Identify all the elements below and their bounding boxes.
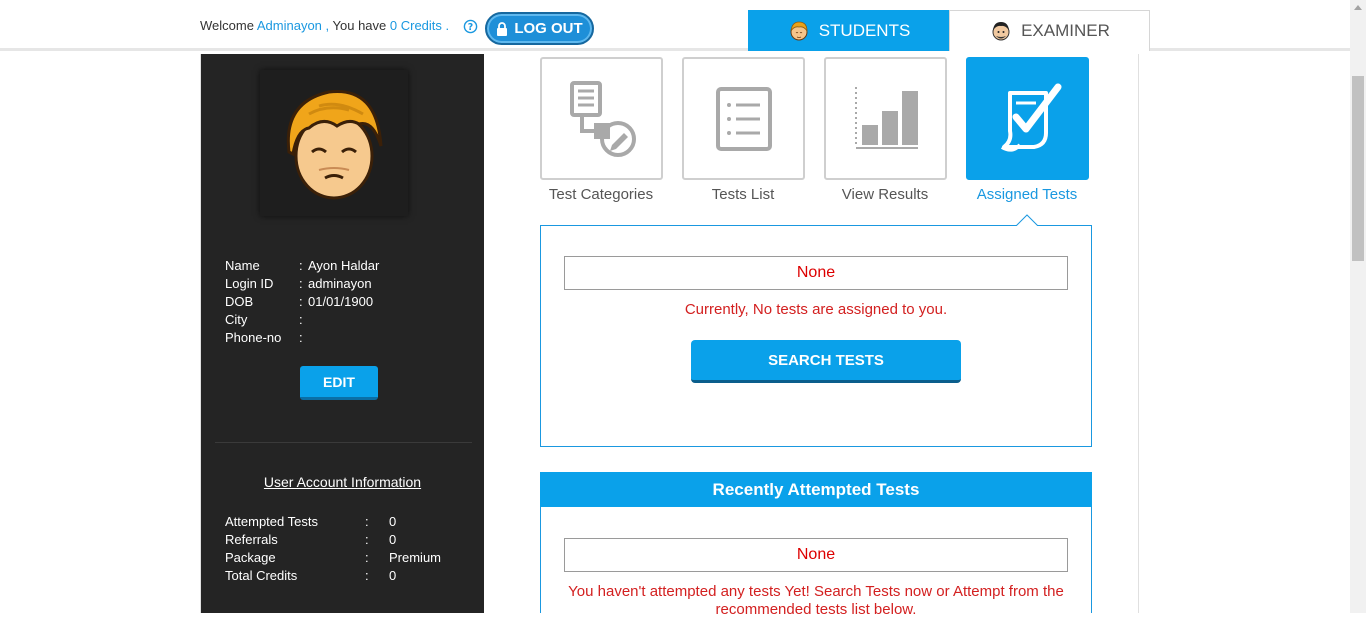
profile-colon: : bbox=[299, 330, 303, 345]
logout-label: LOG OUT bbox=[514, 20, 583, 37]
account-value: 0 bbox=[389, 514, 397, 529]
welcome-prefix: Welcome bbox=[200, 18, 254, 33]
search-tests-button[interactable]: SEARCH TESTS bbox=[691, 340, 961, 383]
help-icon[interactable]: ? bbox=[463, 19, 478, 34]
credits-prefix: You have bbox=[332, 18, 387, 33]
test-categories-icon bbox=[569, 80, 636, 157]
profile-row: DOB : 01/01/1900 bbox=[225, 293, 379, 311]
profile-row: Phone-no : bbox=[225, 329, 379, 347]
profile-value: 01/01/1900 bbox=[308, 294, 374, 309]
account-row: Attempted Tests : 0 bbox=[225, 513, 441, 531]
profile-row: Login ID : adminayon bbox=[225, 275, 379, 293]
account-row: Referrals : 0 bbox=[225, 531, 441, 549]
account-info-link[interactable]: User Account Information bbox=[201, 474, 484, 490]
account-value: 0 bbox=[389, 568, 397, 583]
account-value: Premium bbox=[389, 550, 442, 565]
profile-key: Name bbox=[225, 258, 260, 273]
profile-value: Ayon Haldar bbox=[308, 258, 380, 273]
tab-examiner-label: EXAMINER bbox=[1021, 21, 1110, 40]
tile-label-view-results[interactable]: View Results bbox=[815, 186, 955, 203]
username-link[interactable]: Adminayon , bbox=[257, 18, 329, 33]
examiner-avatar-icon bbox=[992, 22, 1010, 41]
profile-sidebar: Name : Ayon Haldar Login ID : adminayon … bbox=[201, 54, 484, 613]
account-colon: : bbox=[365, 532, 369, 547]
tile-label-tests-list[interactable]: Tests List bbox=[673, 186, 813, 203]
tile-tests-list[interactable] bbox=[682, 57, 805, 180]
tab-students-label: STUDENTS bbox=[818, 20, 911, 40]
tile-label-assigned-tests[interactable]: Assigned Tests bbox=[957, 186, 1097, 203]
top-header: Welcome Adminayon , You have 0 Credits .… bbox=[0, 0, 1350, 51]
account-info: Attempted Tests : 0 Referrals : 0 Packag… bbox=[225, 513, 441, 585]
tab-examiner[interactable]: EXAMINER bbox=[949, 10, 1150, 51]
profile-key: City bbox=[225, 312, 248, 327]
tab-students[interactable]: STUDENTS bbox=[748, 10, 949, 51]
tile-label-test-categories[interactable]: Test Categories bbox=[531, 186, 671, 203]
student-avatar-large-icon bbox=[286, 89, 383, 200]
student-avatar-icon bbox=[790, 21, 808, 40]
profile-row: Name : Ayon Haldar bbox=[225, 257, 379, 275]
tile-view-results[interactable] bbox=[824, 57, 947, 180]
profile-key: DOB bbox=[225, 294, 254, 309]
account-key: Attempted Tests bbox=[225, 514, 318, 529]
account-value: 0 bbox=[389, 532, 397, 547]
profile-colon: : bbox=[299, 276, 303, 291]
logout-button[interactable]: LOG OUT bbox=[485, 12, 594, 45]
svg-text:?: ? bbox=[468, 22, 473, 33]
panel-pointer bbox=[1016, 214, 1038, 226]
profile-info: Name : Ayon Haldar Login ID : adminayon … bbox=[225, 257, 379, 347]
edit-profile-button[interactable]: EDIT bbox=[300, 366, 378, 400]
recent-message: You haven't attempted any tests Yet! Sea… bbox=[568, 583, 1064, 618]
account-colon: : bbox=[365, 514, 369, 529]
sidebar-divider bbox=[215, 442, 472, 443]
credits-link[interactable]: 0 Credits . bbox=[390, 18, 449, 33]
profile-row: City : bbox=[225, 311, 379, 329]
profile-value: adminayon bbox=[308, 276, 372, 291]
account-key: Referrals bbox=[225, 532, 278, 547]
tile-assigned-tests[interactable] bbox=[966, 57, 1089, 180]
profile-colon: : bbox=[299, 258, 303, 273]
account-row: Total Credits : 0 bbox=[225, 567, 441, 585]
avatar bbox=[260, 70, 408, 216]
page-scrollbar[interactable] bbox=[1350, 0, 1366, 613]
scrollbar-thumb[interactable] bbox=[1352, 76, 1364, 261]
account-row: Package : Premium bbox=[225, 549, 441, 567]
assigned-none-box: None bbox=[564, 256, 1068, 290]
profile-key: Phone-no bbox=[225, 330, 282, 345]
account-key: Package bbox=[225, 550, 276, 565]
tile-test-categories[interactable] bbox=[540, 57, 663, 180]
lock-icon bbox=[497, 21, 508, 36]
profile-key: Login ID bbox=[225, 276, 274, 291]
scroll-up-arrow-icon[interactable] bbox=[1354, 5, 1362, 10]
assigned-checklist-icon bbox=[1000, 83, 1061, 152]
assigned-message: Currently, No tests are assigned to you. bbox=[684, 301, 948, 318]
welcome-text: Welcome Adminayon , You have 0 Credits . bbox=[200, 18, 449, 33]
account-colon: : bbox=[365, 568, 369, 583]
recent-tests-header: Recently Attempted Tests bbox=[540, 472, 1092, 507]
bar-chart-icon bbox=[854, 86, 918, 149]
profile-colon: : bbox=[299, 294, 303, 309]
recent-none-box: None bbox=[564, 538, 1068, 572]
tests-list-icon bbox=[715, 86, 772, 151]
profile-colon: : bbox=[299, 312, 303, 327]
account-key: Total Credits bbox=[225, 568, 298, 583]
frame-line-right bbox=[1138, 54, 1139, 613]
account-colon: : bbox=[365, 550, 369, 565]
role-tabs: STUDENTS EXAMINER bbox=[748, 10, 1150, 51]
